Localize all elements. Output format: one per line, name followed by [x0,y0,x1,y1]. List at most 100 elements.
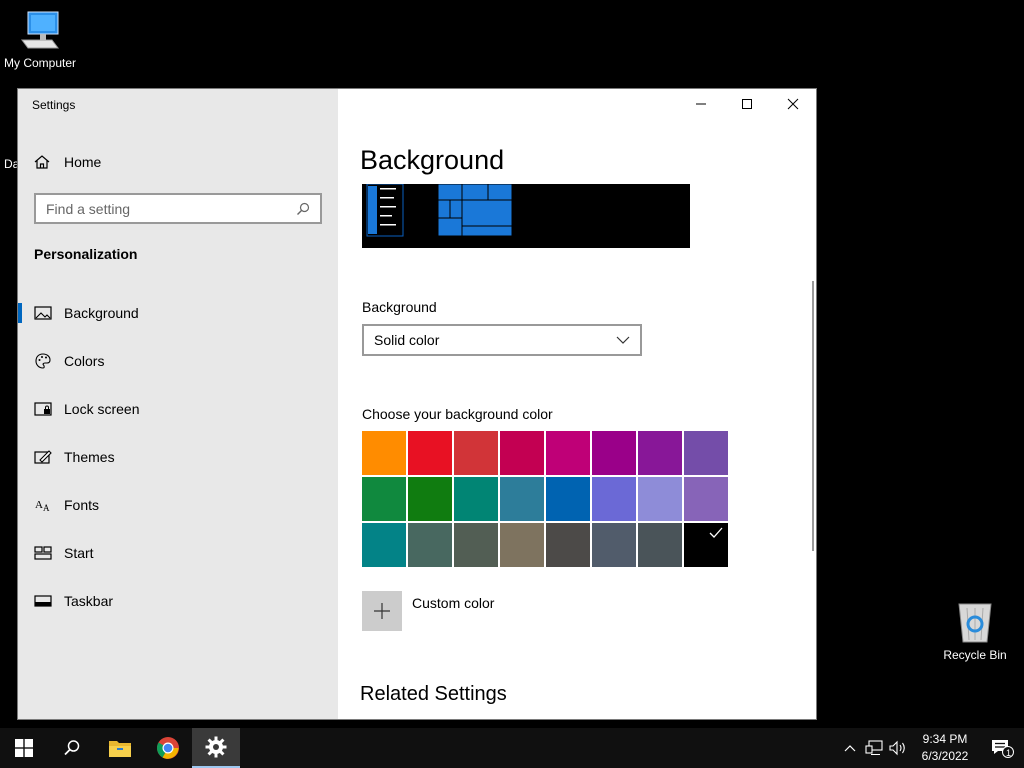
sidebar-item-background[interactable]: Background [18,289,338,337]
minimize-button[interactable] [678,89,724,119]
clock-date: 6/3/2022 [921,749,969,763]
home-icon [34,155,50,169]
recycle-bin-icon [958,603,992,643]
network-button[interactable] [862,728,886,768]
sidebar-item-label: Lock screen [64,401,140,417]
scrollbar[interactable] [812,281,814,551]
volume-icon [889,740,905,756]
close-button[interactable] [770,89,816,119]
color-swatch[interactable] [362,431,406,475]
color-swatch-grid [362,431,728,567]
color-swatch[interactable] [592,523,636,567]
color-swatch[interactable] [454,523,498,567]
color-swatch[interactable] [546,431,590,475]
related-settings-heading: Related Settings [360,683,507,705]
clock[interactable]: 9:34 PM 6/3/2022 [910,731,980,765]
color-swatch[interactable] [500,431,544,475]
search-box[interactable]: Find a setting [34,193,322,224]
my-computer-label: My Computer [3,56,77,70]
personalization-nav: Background Colors Lock screen Themes A A… [18,289,338,625]
sidebar-item-lock-screen[interactable]: Lock screen [18,385,338,433]
recycle-bin-label: Recycle Bin [943,648,1007,662]
window-controls [678,89,816,119]
maximize-button[interactable] [724,89,770,119]
color-swatch[interactable] [684,431,728,475]
chrome-button[interactable] [144,728,192,768]
image-icon [34,304,52,322]
background-preview [362,183,690,248]
minimize-icon [696,103,706,105]
dropdown-value: Solid color [374,332,440,348]
color-swatch[interactable] [362,477,406,521]
sidebar-item-label: Fonts [64,497,100,513]
color-swatch[interactable] [500,523,544,567]
sidebar-item-fonts[interactable]: AA Fonts [18,481,338,529]
taskbar-icon [34,592,52,610]
search-icon [297,202,310,215]
choose-color-label: Choose your background color [362,406,553,422]
taskbar: 9:34 PM 6/3/2022 1 [0,728,1024,768]
color-swatch[interactable] [408,477,452,521]
chevron-down-icon [616,336,630,344]
settings-sidebar: Settings Home Find a setting Personaliza… [18,89,338,719]
show-hidden-icons-button[interactable] [838,728,862,768]
home-label: Home [64,154,102,170]
home-nav-item[interactable]: Home [34,151,101,173]
fonts-icon: AA [34,496,52,514]
page-title: Background [360,145,505,175]
settings-window: Settings Home Find a setting Personaliza… [17,88,817,720]
background-type-dropdown[interactable]: Solid color [362,324,642,356]
svg-text:A: A [35,499,43,511]
sidebar-item-taskbar[interactable]: Taskbar [18,577,338,625]
color-swatch[interactable] [684,523,728,567]
maximize-icon [742,99,752,109]
color-swatch[interactable] [546,523,590,567]
action-center-button[interactable]: 1 [980,728,1024,768]
color-swatch[interactable] [408,431,452,475]
color-swatch[interactable] [408,523,452,567]
sidebar-item-label: Background [64,305,139,321]
color-swatch[interactable] [638,431,682,475]
network-icon [865,740,883,755]
color-swatch[interactable] [592,431,636,475]
chrome-icon [157,737,179,759]
search-input[interactable]: Find a setting [46,201,296,217]
file-explorer-button[interactable] [96,728,144,768]
chevron-up-icon [844,745,856,752]
recycle-bin-desktop-icon[interactable]: Recycle Bin [938,600,1012,662]
color-swatch[interactable] [546,477,590,521]
file-explorer-icon [109,741,131,757]
volume-button[interactable] [886,728,910,768]
color-swatch[interactable] [638,477,682,521]
my-computer-desktop-icon[interactable]: My Computer [0,8,80,70]
start-button[interactable] [0,728,48,768]
color-swatch[interactable] [684,477,728,521]
settings-icon [205,736,227,758]
sidebar-item-label: Start [64,545,94,561]
computer-icon [21,11,59,49]
themes-icon [34,448,52,466]
color-swatch[interactable] [454,477,498,521]
sidebar-item-start[interactable]: Start [18,529,338,577]
settings-taskbar-button[interactable] [192,728,240,768]
windows-logo-icon [15,739,33,757]
search-icon [64,740,80,756]
color-swatch[interactable] [454,431,498,475]
settings-content: Background Background Solid color Choose… [338,89,816,719]
color-swatch[interactable] [500,477,544,521]
custom-color-button[interactable]: Custom color [362,591,494,631]
svg-text:A: A [43,503,50,513]
color-swatch[interactable] [362,523,406,567]
desktop-preview-image [366,183,513,237]
system-tray: 9:34 PM 6/3/2022 1 [838,728,1024,768]
background-type-label: Background [362,299,437,315]
lock-screen-icon [34,400,52,418]
custom-color-label: Custom color [412,595,495,611]
color-swatch[interactable] [638,523,682,567]
clock-time: 9:34 PM [922,732,968,746]
sidebar-item-themes[interactable]: Themes [18,433,338,481]
taskbar-search-button[interactable] [48,728,96,768]
color-swatch[interactable] [592,477,636,521]
window-title: Settings [32,98,76,112]
sidebar-item-colors[interactable]: Colors [18,337,338,385]
